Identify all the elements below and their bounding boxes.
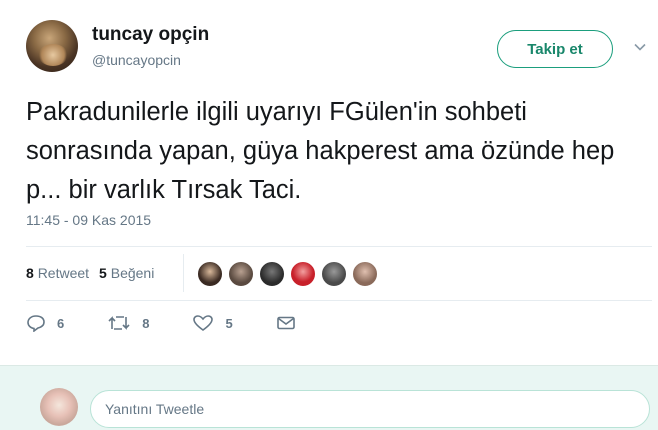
follow-button[interactable]: Takip et [497, 30, 613, 68]
author-avatar[interactable] [26, 20, 78, 72]
liker-avatar[interactable] [351, 260, 379, 288]
reply-input[interactable]: Yanıtını Tweetle [90, 390, 650, 428]
like-stat-label: Beğeni [110, 265, 155, 281]
tweet-text: Pakradunilerle ilgili uyarıyı FGülen'in … [26, 98, 615, 204]
like-stat[interactable]: 5 Beğeni [99, 265, 154, 281]
tweet-timestamp[interactable]: 11:45 - 09 Kas 2015 [26, 212, 151, 228]
divider [26, 300, 652, 301]
envelope-icon [276, 316, 295, 330]
author-name[interactable]: tuncay opçin [92, 24, 209, 46]
liker-avatar[interactable] [258, 260, 286, 288]
reply-button[interactable]: 6 [26, 314, 64, 332]
liker-avatar[interactable] [196, 260, 224, 288]
retweet-button[interactable]: 8 [107, 314, 149, 332]
reply-icon [27, 315, 45, 332]
retweet-icon [108, 316, 130, 330]
liker-avatars [196, 260, 382, 288]
retweet-stat-label: Retweet [37, 265, 90, 281]
chevron-down-icon[interactable] [633, 40, 647, 54]
like-stat-count: 5 [99, 265, 107, 281]
like-count: 5 [225, 315, 233, 331]
heart-icon [193, 315, 214, 331]
liker-avatar[interactable] [289, 260, 317, 288]
stats-separator [183, 254, 184, 292]
tweet-stats: 8 Retweet 5 Beğeni [26, 265, 154, 281]
divider [26, 246, 652, 247]
message-button[interactable] [276, 315, 307, 331]
liker-avatar[interactable] [227, 260, 255, 288]
retweet-count: 8 [142, 315, 150, 331]
reply-placeholder: Yanıtını Tweetle [105, 401, 205, 417]
retweet-stat-count: 8 [26, 265, 34, 281]
like-button[interactable]: 5 [192, 314, 233, 332]
author-handle[interactable]: @tuncayopcin [92, 52, 181, 68]
tweet-actions: 6 8 5 [26, 314, 350, 332]
current-user-avatar [40, 388, 78, 426]
liker-avatar[interactable] [320, 260, 348, 288]
reply-count: 6 [57, 315, 65, 331]
tweet-card: tuncay opçin @tuncayopcin Takip et Pakra… [0, 0, 658, 365]
retweet-stat[interactable]: 8 Retweet [26, 265, 89, 281]
